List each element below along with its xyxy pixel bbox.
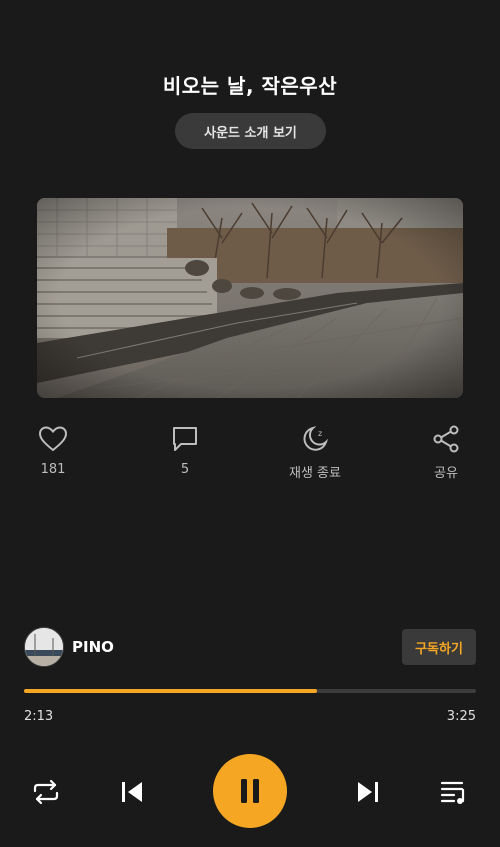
share-label: 공유 <box>434 466 458 481</box>
artist-info[interactable]: PINO <box>24 627 114 667</box>
previous-button[interactable] <box>116 774 148 810</box>
pause-icon <box>241 779 259 803</box>
progress-fill <box>24 689 318 693</box>
next-button[interactable] <box>352 774 384 810</box>
like-button[interactable]: 181 <box>23 424 83 477</box>
share-button[interactable]: 공유 <box>416 424 476 481</box>
current-time: 2:13 <box>24 709 54 724</box>
repeat-button[interactable] <box>28 774 64 810</box>
comment-count: 5 <box>180 462 190 477</box>
cover-image <box>37 198 463 398</box>
like-count: 181 <box>40 462 66 477</box>
share-icon <box>416 424 476 454</box>
next-icon <box>358 782 378 802</box>
track-title: 비오는 날, 작은우산 <box>162 74 338 98</box>
avatar <box>24 627 64 667</box>
playlist-icon <box>440 781 465 804</box>
repeat-icon <box>33 779 59 805</box>
moon-icon: z <box>285 424 345 454</box>
previous-icon <box>122 782 142 802</box>
pause-button[interactable] <box>213 754 287 828</box>
artist-name: PINO <box>72 638 114 656</box>
playlist-button[interactable] <box>436 774 472 810</box>
sleep-timer-button[interactable]: z 재생 종료 <box>285 424 345 481</box>
comment-button[interactable]: 5 <box>155 424 215 477</box>
sound-intro-button[interactable]: 사운드 소개 보기 <box>175 113 326 149</box>
total-time: 3:25 <box>446 709 476 724</box>
action-bar: 181 5 z 재생 종료 공유 <box>0 424 500 484</box>
svg-text:z: z <box>318 429 322 438</box>
subscribe-button[interactable]: 구독하기 <box>402 629 476 665</box>
heart-icon <box>23 424 83 454</box>
sleep-timer-label: 재생 종료 <box>289 466 341 481</box>
player-controls <box>0 754 500 830</box>
comment-icon <box>155 424 215 454</box>
progress-bar[interactable] <box>24 689 476 693</box>
